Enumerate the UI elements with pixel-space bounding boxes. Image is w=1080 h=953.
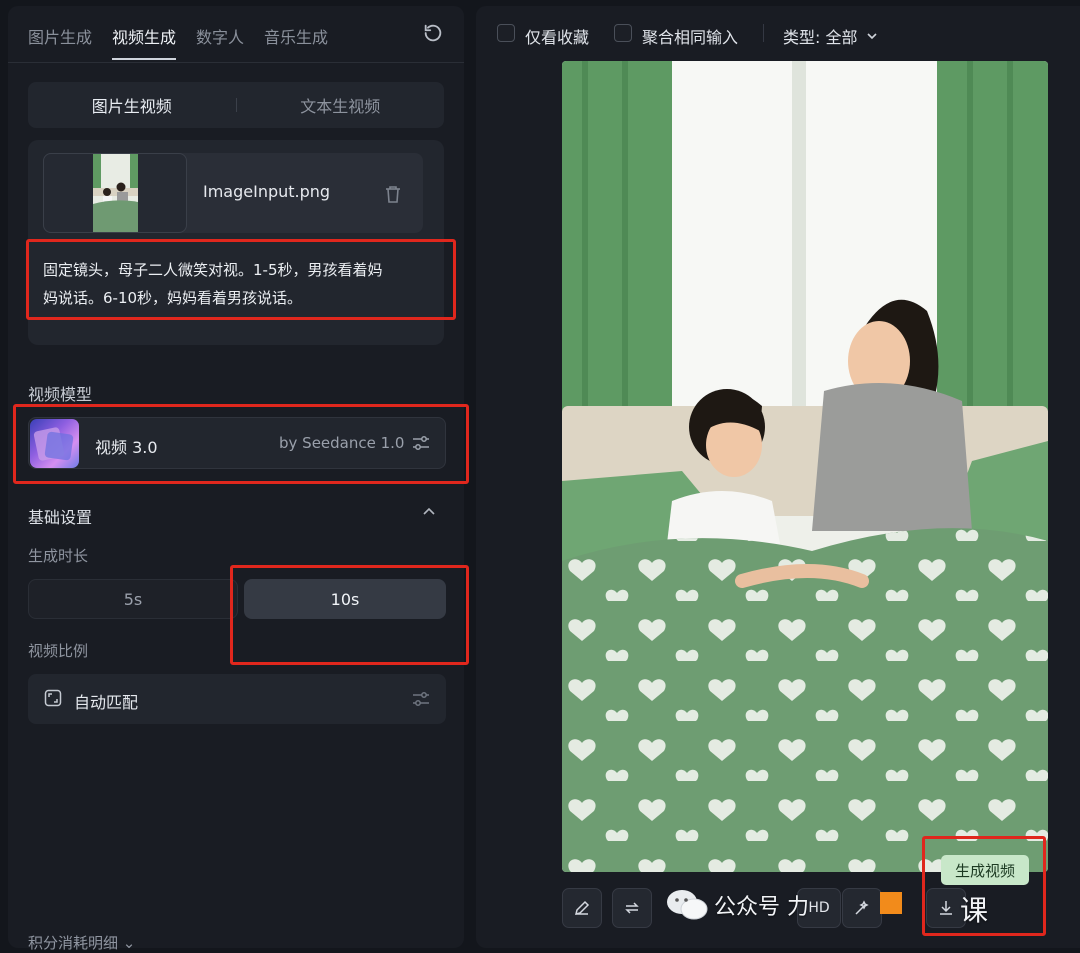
credits-label: 积分消耗明细 (28, 934, 119, 952)
type-filter-dropdown[interactable]: 类型: 全部 (783, 24, 878, 48)
ratio-settings-icon[interactable] (411, 689, 431, 709)
model-logo-icon (30, 419, 79, 468)
regenerate-button[interactable] (612, 888, 652, 928)
tab-music-gen[interactable]: 音乐生成 (264, 22, 328, 62)
chevron-down-icon: ⌄ (122, 934, 136, 952)
edit-button[interactable] (562, 888, 602, 928)
model-provider: by Seedance 1.0 (279, 434, 405, 452)
magic-button[interactable] (842, 888, 882, 928)
duration-5s-button[interactable]: 5s (28, 579, 238, 619)
duration-label: 生成时长 (28, 547, 89, 565)
settings-sliders-icon[interactable] (411, 433, 431, 453)
tabs-divider (8, 62, 464, 63)
mode-image-to-video[interactable]: 图片生视频 (28, 93, 236, 117)
upload-filename: ImageInput.png (203, 182, 331, 201)
uploaded-image-thumbnail (93, 154, 138, 232)
watermark-text: 公众号 力 (714, 895, 809, 920)
favorites-label[interactable]: 仅看收藏 (525, 24, 589, 48)
model-section-title: 视频模型 (28, 385, 93, 404)
pencil-icon (574, 900, 590, 916)
hd-label: HD (808, 900, 830, 916)
ratio-icon (44, 689, 62, 707)
aggregate-label[interactable]: 聚合相同输入 (642, 24, 738, 48)
mode-switch: 图片生视频 文本生视频 (28, 82, 444, 128)
wand-icon (855, 900, 869, 915)
tab-image-gen[interactable]: 图片生成 (28, 22, 92, 62)
generated-video-tag: 生成视频 (941, 855, 1029, 885)
tab-video-gen[interactable]: 视频生成 (112, 22, 177, 62)
wechat-icon (666, 888, 708, 926)
watermark-logo (880, 892, 902, 914)
top-tabs: 图片生成 视频生成 数字人 音乐生成 (28, 22, 328, 62)
ratio-value: 自动匹配 (74, 693, 139, 712)
refresh-icon[interactable] (422, 22, 444, 44)
prompt-line-2: 妈说话。6-10秒，妈妈看着男孩说话。 (43, 289, 303, 307)
chevron-down-icon (867, 33, 877, 40)
mode-text-to-video[interactable]: 文本生视频 (237, 93, 445, 117)
prompt-text[interactable]: 固定镜头，母子二人微笑对视。1-5秒，男孩看着妈 妈说话。6-10秒，妈妈看着男… (43, 256, 438, 312)
generated-image[interactable] (562, 61, 1048, 872)
favorites-checkbox[interactable] (497, 24, 515, 42)
basic-settings-title[interactable]: 基础设置 (28, 504, 92, 528)
watermark-brand: 课 (960, 894, 989, 927)
chevron-up-icon[interactable] (420, 503, 438, 521)
trash-icon[interactable] (384, 184, 402, 204)
aggregate-checkbox[interactable] (614, 24, 632, 42)
credits-detail[interactable]: 积分消耗明细 ⌄ (28, 932, 135, 953)
repeat-icon (625, 902, 639, 914)
model-name: 视频 3.0 (95, 438, 158, 457)
filter-separator (763, 24, 764, 42)
tab-digital-human[interactable]: 数字人 (196, 22, 244, 62)
ratio-label: 视频比例 (28, 642, 89, 660)
type-filter-label: 类型: 全部 (783, 28, 858, 47)
prompt-line-1: 固定镜头，母子二人微笑对视。1-5秒，男孩看着妈 (43, 261, 383, 279)
duration-10s-button[interactable]: 10s (244, 579, 446, 619)
download-icon (940, 901, 952, 915)
